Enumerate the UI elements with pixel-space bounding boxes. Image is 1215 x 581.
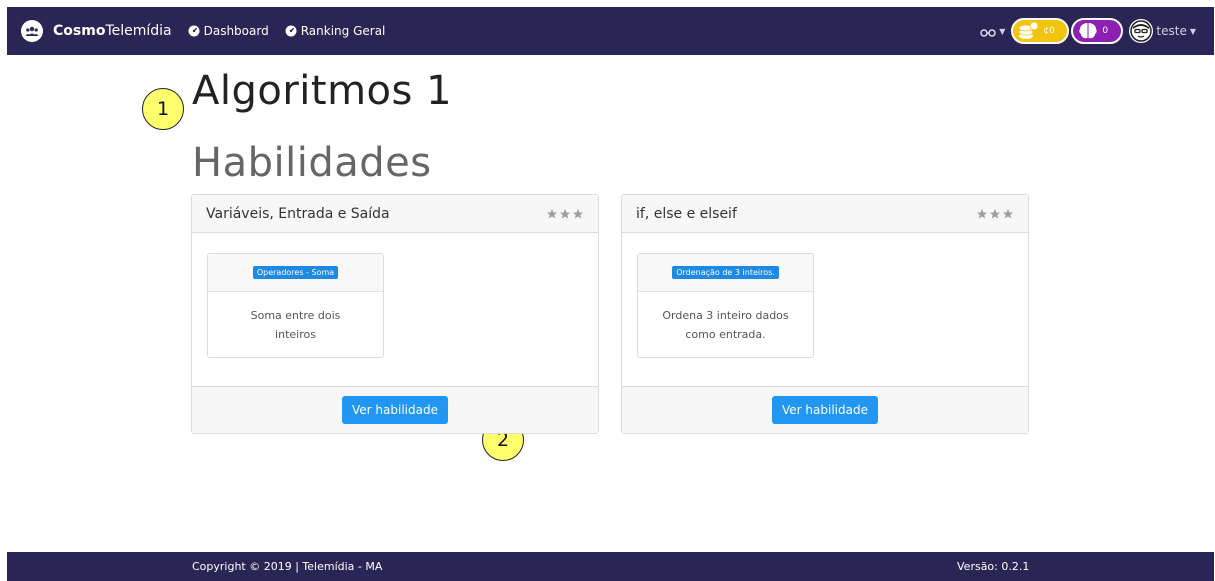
skill-header: Operadores - Soma bbox=[208, 254, 383, 292]
dashboard-icon bbox=[188, 25, 200, 37]
top-navbar: Cosmo Telemídia Dashboard Ranking Geral … bbox=[7, 7, 1214, 55]
skill-header: Ordenação de 3 inteiros. bbox=[638, 254, 813, 292]
coins-value: ¢0 bbox=[1043, 26, 1055, 36]
card-footer: Ver habilidade bbox=[622, 386, 1028, 433]
star-icon bbox=[977, 208, 987, 218]
brand-rest: Telemídia bbox=[105, 23, 172, 39]
stars-rating bbox=[546, 208, 584, 220]
skill-card: if, else e elseif Ordenação de 3 inteiro… bbox=[621, 194, 1029, 434]
view-skill-button[interactable]: Ver habilidade bbox=[772, 396, 878, 424]
coins-badge[interactable]: ¢0 bbox=[1011, 18, 1070, 44]
brain-icon bbox=[1078, 22, 1098, 40]
user-menu[interactable]: teste bbox=[1156, 24, 1186, 38]
page-footer: Copyright © 2019 | Telemídia - MA Versão… bbox=[7, 552, 1214, 581]
brand-bold: Cosmo bbox=[53, 23, 106, 39]
card-footer: Ver habilidade bbox=[192, 386, 598, 433]
glasses-icon bbox=[980, 22, 996, 41]
skill-item[interactable]: Ordenação de 3 inteiros. Ordena 3 inteir… bbox=[637, 253, 814, 358]
chevron-down-icon: ▼ bbox=[999, 26, 1006, 36]
nav-link-ranking-label: Ranking Geral bbox=[300, 24, 386, 38]
dashboard-icon bbox=[285, 25, 297, 37]
coins-icon bbox=[1017, 21, 1039, 41]
nav-link-dashboard-label: Dashboard bbox=[203, 24, 269, 38]
skill-badge: Ordenação de 3 inteiros. bbox=[672, 266, 779, 279]
users-icon[interactable] bbox=[21, 20, 43, 42]
nav-link-dashboard[interactable]: Dashboard bbox=[188, 24, 269, 38]
chevron-down-icon[interactable]: ▼ bbox=[1190, 27, 1196, 36]
card-body: Ordenação de 3 inteiros. Ordena 3 inteir… bbox=[622, 233, 1028, 386]
skill-description: Ordena 3 inteiro dados como entrada. bbox=[662, 309, 789, 341]
star-icon bbox=[990, 208, 1000, 218]
skill-badge: Operadores - Soma bbox=[252, 266, 339, 279]
brain-badge[interactable]: 0 bbox=[1071, 18, 1124, 44]
skill-card: Variáveis, Entrada e Saída Operadores - … bbox=[191, 194, 599, 434]
star-icon bbox=[1003, 208, 1013, 218]
star-icon bbox=[547, 208, 557, 218]
annotation-marker-1: 1 bbox=[142, 88, 184, 130]
card-title: Variáveis, Entrada e Saída bbox=[206, 205, 390, 222]
copyright-text: Copyright © 2019 | Telemídia - MA bbox=[192, 560, 383, 573]
brand-link[interactable]: Cosmo Telemídia bbox=[53, 23, 172, 39]
brain-value: 0 bbox=[1102, 26, 1109, 36]
stars-rating bbox=[976, 208, 1014, 220]
section-title: Habilidades bbox=[192, 140, 432, 186]
card-body: Operadores - Soma Soma entre dois inteir… bbox=[192, 233, 598, 386]
skill-description: Soma entre dois inteiros bbox=[250, 309, 341, 341]
avatar[interactable] bbox=[1129, 19, 1154, 43]
glasses-dropdown[interactable]: ▼ bbox=[980, 22, 1005, 41]
page-title: Algoritmos 1 bbox=[192, 68, 453, 114]
card-header: if, else e elseif bbox=[622, 195, 1028, 233]
avatar-icon bbox=[1130, 20, 1153, 42]
star-icon bbox=[560, 208, 570, 218]
skill-item[interactable]: Operadores - Soma Soma entre dois inteir… bbox=[207, 253, 384, 358]
version-text: Versão: 0.2.1 bbox=[957, 560, 1030, 573]
view-skill-button[interactable]: Ver habilidade bbox=[342, 396, 448, 424]
navbar-right: ▼ ¢0 0 teste ▼ bbox=[980, 7, 1196, 55]
card-title: if, else e elseif bbox=[636, 205, 737, 222]
card-header: Variáveis, Entrada e Saída bbox=[192, 195, 598, 233]
star-icon bbox=[573, 208, 583, 218]
nav-link-ranking[interactable]: Ranking Geral bbox=[285, 24, 386, 38]
